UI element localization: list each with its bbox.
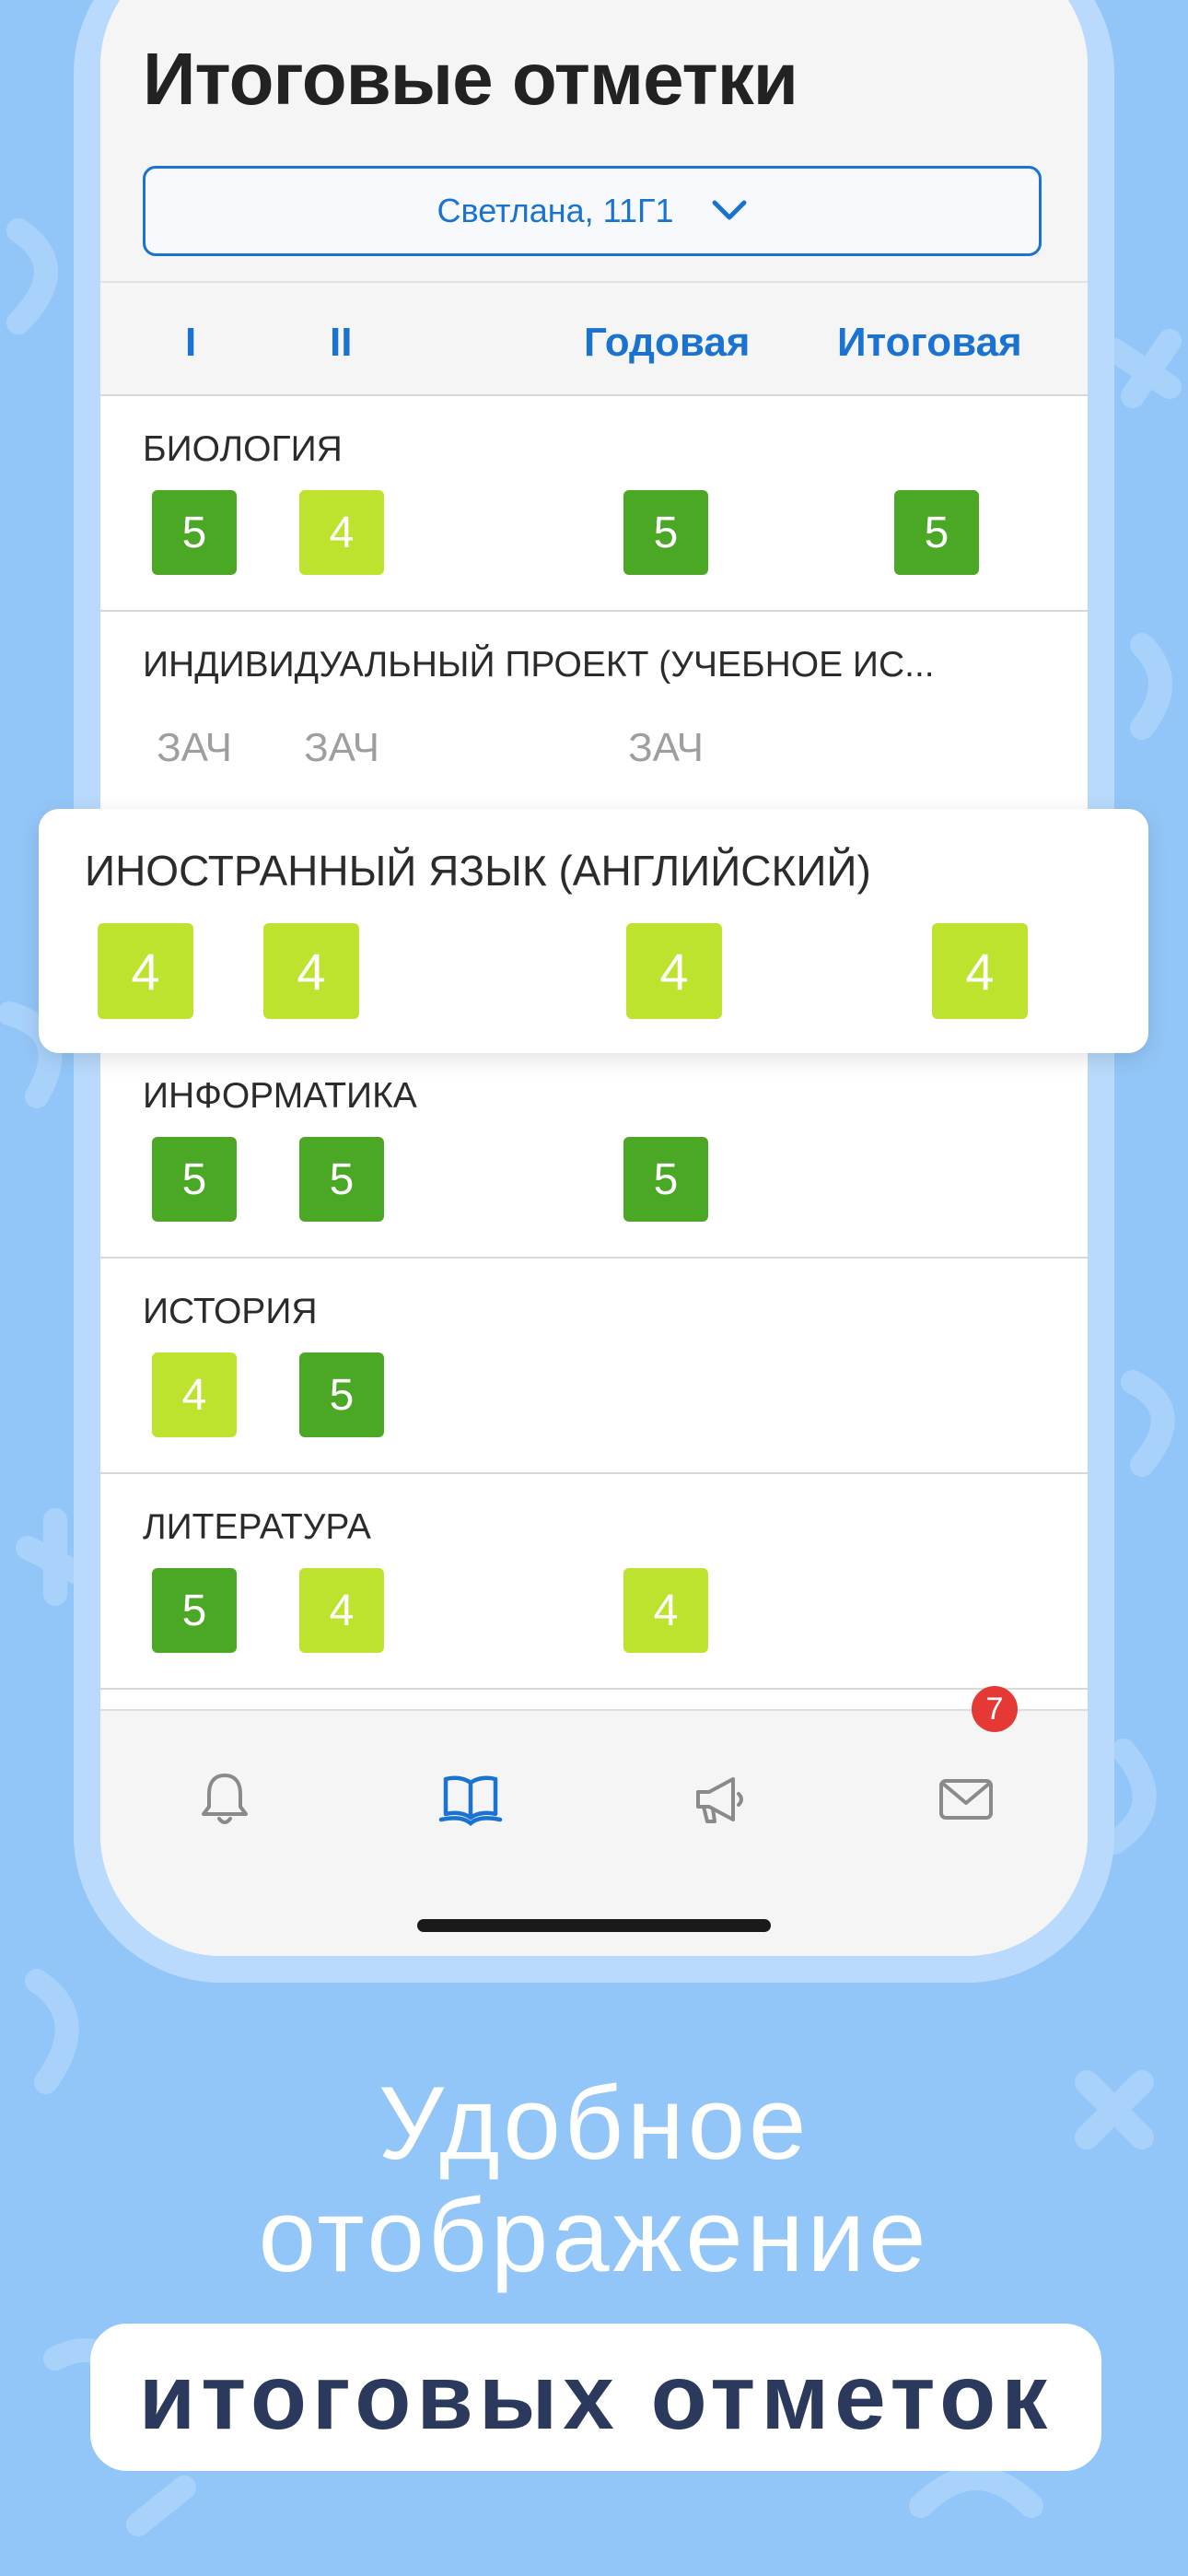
subject-name: ИНДИВИДУАЛЬНЫЙ ПРОЕКТ (УЧЕБНОЕ ИС... xyxy=(143,645,935,685)
mail-unread-badge: 7 xyxy=(972,1686,1018,1732)
grade-term-2: ЗАЧ xyxy=(304,725,379,770)
promo-heading-line-2: отображение xyxy=(258,2178,930,2293)
grade-term-1: 5 xyxy=(152,1568,237,1653)
grade-term-2: 5 xyxy=(299,1352,384,1437)
promo-highlight-box: итоговых отметок xyxy=(90,2324,1101,2471)
grade-term-1: 5 xyxy=(152,1137,237,1222)
subject-row[interactable]: ИСТОРИЯ 4 5 xyxy=(100,1259,1088,1474)
grade-final: 5 xyxy=(894,490,979,575)
grade-term-2: 4 xyxy=(299,1568,384,1653)
book-icon[interactable] xyxy=(438,1766,503,1831)
column-header-annual[interactable]: Годовая xyxy=(584,320,750,366)
grade-annual: 4 xyxy=(623,1568,708,1653)
subject-row[interactable]: ИНФОРМАТИКА 5 5 5 xyxy=(100,1043,1088,1259)
subject-name: БИОЛОГИЯ xyxy=(143,429,343,469)
grade-term-1: 5 xyxy=(152,490,237,575)
subject-row[interactable]: БИОЛОГИЯ 5 4 5 5 xyxy=(100,396,1088,612)
home-indicator xyxy=(417,1919,771,1932)
page-title: Итоговые отметки xyxy=(143,38,798,120)
subject-name: ИНОСТРАННЫЙ ЯЗЫК (АНГЛИЙСКИЙ) xyxy=(85,847,871,895)
column-headers: I II Годовая Итоговая xyxy=(100,281,1088,396)
subject-name: ИСТОРИЯ xyxy=(143,1292,318,1331)
grade-term-1: 4 xyxy=(98,923,193,1019)
app-header: Итоговые отметки Светлана, 11Г1 xyxy=(100,0,1088,281)
subject-row[interactable]: ИНДИВИДУАЛЬНЫЙ ПРОЕКТ (УЧЕБНОЕ ИС... ЗАЧ… xyxy=(100,612,1088,827)
bell-icon[interactable] xyxy=(192,1766,257,1831)
column-header-term-1[interactable]: I xyxy=(185,320,196,366)
highlighted-subject-card[interactable]: ИНОСТРАННЫЙ ЯЗЫК (АНГЛИЙСКИЙ) 4 4 4 4 xyxy=(39,809,1148,1053)
promo-heading-line-1: Удобное xyxy=(378,2066,810,2181)
student-select[interactable]: Светлана, 11Г1 xyxy=(143,166,1042,256)
subject-name: ИНФОРМАТИКА xyxy=(143,1076,417,1116)
grade-term-1: 4 xyxy=(152,1352,237,1437)
promo-heading-line-3: итоговых отметок xyxy=(138,2345,1054,2449)
grade-annual: ЗАЧ xyxy=(628,725,704,770)
subject-name: ЛИТЕРАТУРА xyxy=(143,1507,371,1547)
grade-term-1: ЗАЧ xyxy=(157,725,232,770)
grade-annual: 5 xyxy=(623,490,708,575)
student-select-label: Светлана, 11Г1 xyxy=(437,192,674,229)
grade-term-2: 5 xyxy=(299,1137,384,1222)
grade-term-2: 4 xyxy=(263,923,359,1019)
column-header-term-2[interactable]: II xyxy=(330,320,352,366)
column-header-final[interactable]: Итоговая xyxy=(837,320,1022,366)
subject-row[interactable]: ЛИТЕРАТУРА 5 4 4 xyxy=(100,1474,1088,1690)
grade-annual: 4 xyxy=(626,923,722,1019)
megaphone-icon[interactable] xyxy=(687,1766,751,1831)
grade-annual: 5 xyxy=(623,1137,708,1222)
grade-final: 4 xyxy=(932,923,1028,1019)
mail-icon[interactable] xyxy=(934,1766,998,1831)
chevron-down-icon xyxy=(712,200,747,220)
grade-term-2: 4 xyxy=(299,490,384,575)
